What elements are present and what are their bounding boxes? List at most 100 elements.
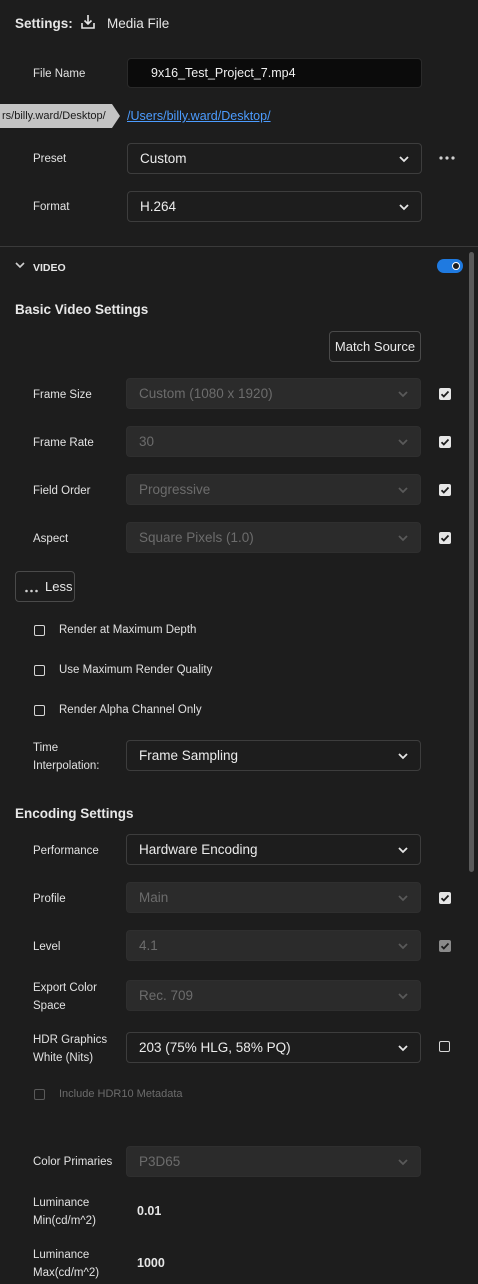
scrollbar-thumb[interactable]: [469, 252, 474, 872]
location-tooltip-text: rs/billy.ward/Desktop/: [2, 110, 106, 122]
basic-video-settings-title: Basic Video Settings: [15, 302, 149, 317]
use-max-quality-checkbox[interactable]: [34, 665, 45, 676]
encoding-settings-title: Encoding Settings: [15, 806, 134, 821]
render-alpha-checkbox[interactable]: [34, 705, 45, 716]
chevron-down-icon: [396, 435, 410, 449]
frame-rate-dropdown[interactable]: 30: [126, 426, 421, 457]
field-order-label: Field Order: [33, 485, 91, 497]
profile-value: Main: [139, 890, 169, 905]
luminance-max-label-line2: Max(cd/m^2): [33, 1267, 100, 1279]
aspect-label: Aspect: [33, 533, 69, 545]
time-interpolation-label-line2: Interpolation:: [33, 760, 100, 772]
luminance-min-label-line1: Luminance: [33, 1197, 90, 1209]
settings-label: Settings:: [15, 16, 73, 31]
chevron-down-icon: [396, 387, 410, 401]
chevron-down-icon: [396, 1155, 410, 1169]
more-options-icon[interactable]: [438, 152, 456, 164]
profile-label: Profile: [33, 893, 66, 905]
file-name-input[interactable]: 9x16_Test_Project_7.mp4: [127, 58, 422, 88]
level-value: 4.1: [139, 938, 158, 953]
luminance-min-label: Luminance Min(cd/m^2): [33, 1194, 96, 1230]
export-color-space-label: Export Color Space: [33, 979, 97, 1015]
aspect-checkbox[interactable]: [439, 532, 451, 544]
hdr-graphics-white-value: 203 (75% HLG, 58% PQ): [139, 1040, 291, 1055]
media-file-label: Media File: [107, 16, 170, 31]
preset-label: Preset: [33, 153, 67, 165]
chevron-down-icon: [396, 531, 410, 545]
color-primaries-value: P3D65: [139, 1154, 181, 1169]
chevron-down-icon: [396, 989, 410, 1003]
aspect-value: Square Pixels (1.0): [139, 530, 254, 545]
render-max-depth-label: Render at Maximum Depth: [59, 624, 197, 636]
time-interpolation-label: Time Interpolation:: [33, 739, 100, 775]
format-dropdown[interactable]: H.264: [127, 191, 422, 222]
frame-size-label: Frame Size: [33, 389, 92, 401]
frame-size-value: Custom (1080 x 1920): [139, 386, 273, 401]
hdr-graphics-white-checkbox[interactable]: [439, 1041, 450, 1052]
time-interpolation-value: Frame Sampling: [139, 748, 239, 763]
file-name-value: 9x16_Test_Project_7.mp4: [151, 66, 296, 80]
time-interpolation-dropdown[interactable]: Frame Sampling: [126, 740, 421, 771]
include-hdr10-label: Include HDR10 Metadata: [59, 1088, 183, 1100]
format-value: H.264: [140, 199, 177, 214]
render-alpha-label: Render Alpha Channel Only: [59, 704, 202, 716]
color-primaries-label: Color Primaries: [33, 1156, 113, 1168]
file-name-label: File Name: [33, 68, 86, 80]
use-max-quality-label: Use Maximum Render Quality: [59, 664, 213, 676]
section-divider: [0, 246, 478, 247]
hdr-graphics-white-label-line1: HDR Graphics: [33, 1034, 108, 1046]
video-section-label: VIDEO: [33, 262, 66, 274]
hdr-graphics-white-dropdown[interactable]: 203 (75% HLG, 58% PQ): [126, 1032, 421, 1063]
ellipsis-icon: [24, 583, 40, 592]
luminance-max-label: Luminance Max(cd/m^2): [33, 1246, 99, 1282]
level-dropdown[interactable]: 4.1: [126, 930, 421, 961]
chevron-down-icon: [396, 843, 410, 857]
frame-size-checkbox[interactable]: [439, 388, 451, 400]
export-color-space-value: Rec. 709: [139, 988, 194, 1003]
chevron-down-icon: [396, 483, 410, 497]
color-primaries-dropdown[interactable]: P3D65: [126, 1146, 421, 1177]
export-color-space-label-line2: Space: [33, 1000, 66, 1012]
hdr-graphics-white-label-line2: White (Nits): [33, 1052, 94, 1064]
format-label: Format: [33, 201, 70, 213]
frame-rate-value: 30: [139, 434, 155, 449]
export-color-space-label-line1: Export Color: [33, 982, 97, 994]
location-tooltip: rs/billy.ward/Desktop/: [0, 104, 120, 128]
video-toggle[interactable]: [437, 259, 463, 273]
chevron-down-icon: [396, 1041, 410, 1055]
performance-label: Performance: [33, 845, 99, 857]
preset-value: Custom: [140, 151, 187, 166]
field-order-checkbox[interactable]: [439, 484, 451, 496]
luminance-min-label-line2: Min(cd/m^2): [33, 1215, 96, 1227]
less-button-label: Less: [45, 579, 73, 594]
frame-rate-label: Frame Rate: [33, 437, 94, 449]
download-icon: [80, 14, 96, 30]
frame-size-dropdown[interactable]: Custom (1080 x 1920): [126, 378, 421, 409]
aspect-dropdown[interactable]: Square Pixels (1.0): [126, 522, 421, 553]
field-order-value: Progressive: [139, 482, 211, 497]
level-label: Level: [33, 941, 61, 953]
chevron-down-icon: [397, 200, 411, 214]
location-link[interactable]: /Users/billy.ward/Desktop/: [127, 109, 271, 123]
video-toggle-knob: [452, 262, 460, 270]
include-hdr10-checkbox[interactable]: [34, 1089, 45, 1100]
luminance-min-value[interactable]: 0.01: [137, 1204, 161, 1218]
export-color-space-dropdown[interactable]: Rec. 709: [126, 980, 421, 1011]
profile-dropdown[interactable]: Main: [126, 882, 421, 913]
chevron-down-icon: [396, 749, 410, 763]
video-collapse-chevron-icon[interactable]: [14, 259, 26, 271]
luminance-max-label-line1: Luminance: [33, 1249, 90, 1261]
field-order-dropdown[interactable]: Progressive: [126, 474, 421, 505]
performance-dropdown[interactable]: Hardware Encoding: [126, 834, 421, 865]
less-button[interactable]: Less: [15, 571, 75, 602]
time-interpolation-label-line1: Time: [33, 742, 59, 754]
profile-checkbox[interactable]: [439, 892, 451, 904]
hdr-graphics-white-label: HDR Graphics White (Nits): [33, 1031, 107, 1067]
chevron-down-icon: [396, 891, 410, 905]
match-source-button[interactable]: Match Source: [329, 331, 421, 362]
level-checkbox[interactable]: [439, 940, 451, 952]
luminance-max-value[interactable]: 1000: [137, 1256, 165, 1270]
render-max-depth-checkbox[interactable]: [34, 625, 45, 636]
frame-rate-checkbox[interactable]: [439, 436, 451, 448]
preset-dropdown[interactable]: Custom: [127, 143, 422, 174]
